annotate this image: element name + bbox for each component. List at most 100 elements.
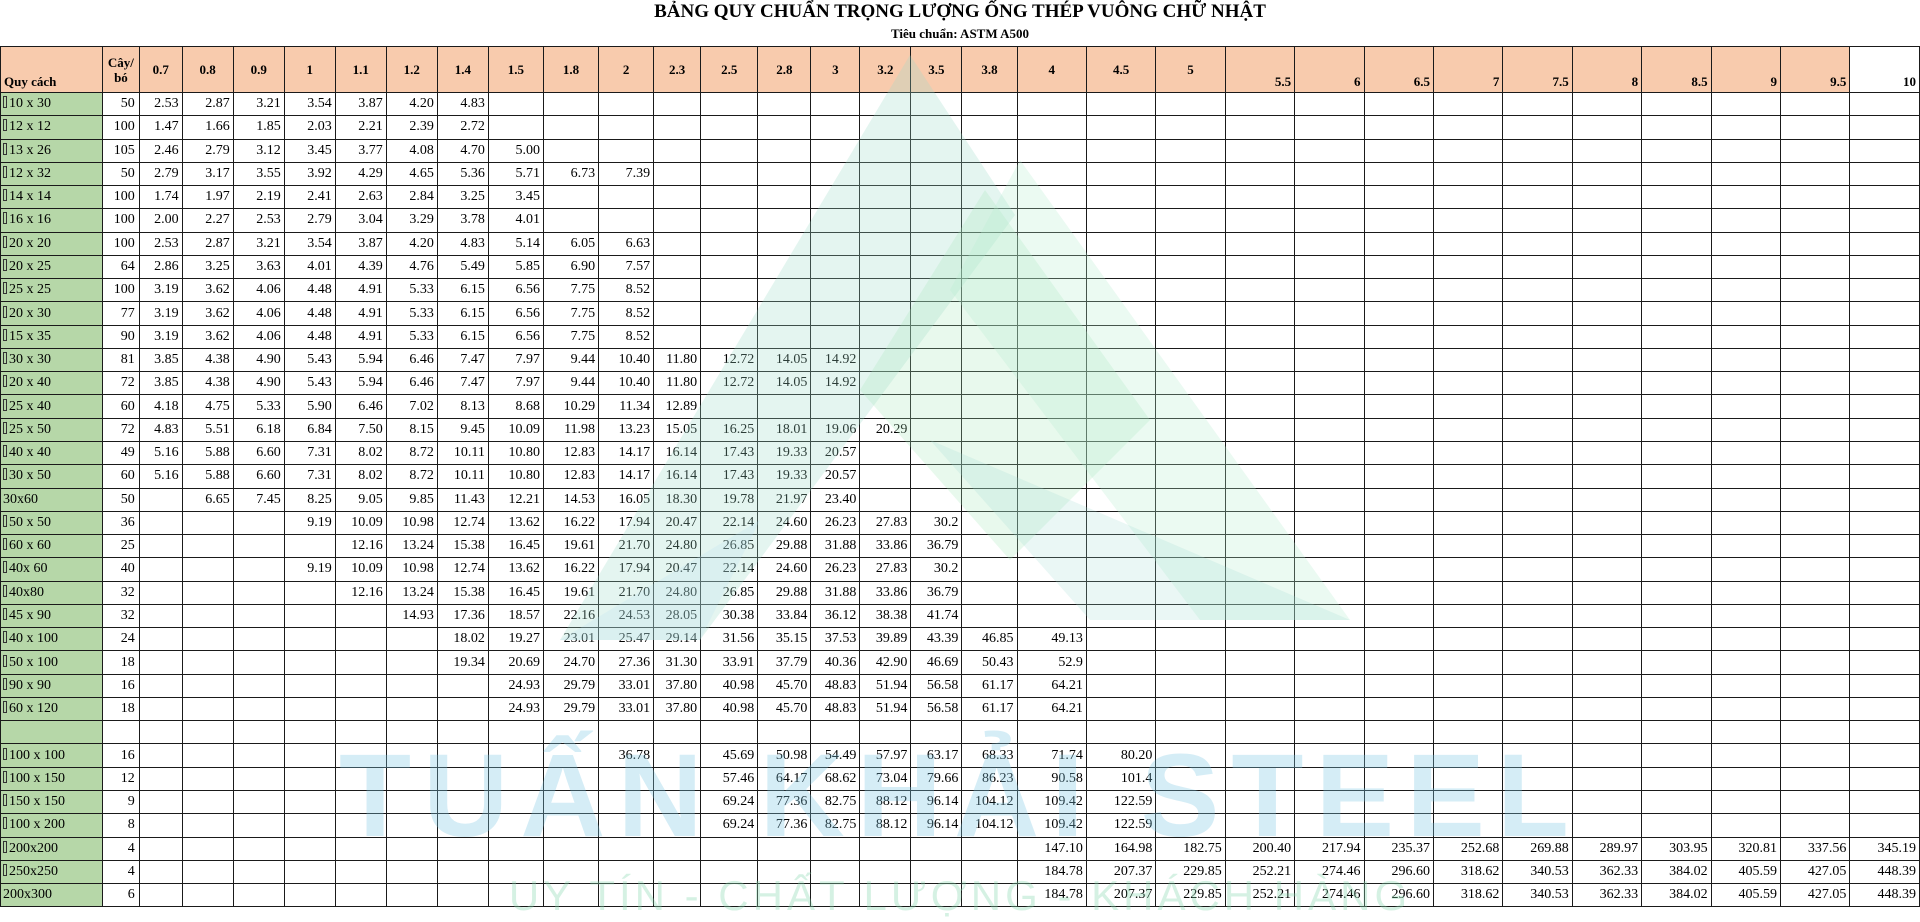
weight-cell: 5.33 [232, 394, 285, 419]
weight-cell [598, 813, 655, 838]
weight-cell [1432, 650, 1504, 675]
weight-cell [1849, 440, 1920, 466]
weight-cell [1432, 464, 1504, 489]
spec-label: 50 x 50 [9, 514, 51, 530]
weight-cell: 2.27 [181, 208, 234, 233]
weight-cell [1432, 91, 1504, 117]
weight-cell: 1.85 [232, 115, 285, 140]
weight-cell [1363, 185, 1434, 210]
header-thickness: 5 [1155, 46, 1226, 93]
weight-cell: 50.98 [757, 743, 812, 768]
weight-cell: 57.46 [700, 766, 759, 791]
weight-cell: 5.14 [487, 231, 544, 256]
weight-cell: 3.45 [283, 138, 336, 163]
weight-cell [385, 696, 438, 722]
weight-cell [1710, 534, 1781, 559]
weight-cell [1016, 185, 1087, 210]
weight-cell [653, 836, 702, 861]
weight-cell [910, 278, 963, 303]
weight-cell: 10.40 [598, 347, 655, 373]
weight-cell [910, 464, 963, 489]
box-icon [3, 189, 7, 202]
count-cell: 50 [102, 487, 140, 512]
weight-cell [910, 417, 963, 442]
weight-cell [1710, 557, 1781, 582]
weight-cell [1016, 720, 1087, 745]
weight-cell [961, 534, 1018, 559]
weight-cell: 5.51 [181, 417, 234, 442]
weight-cell: 17.94 [598, 510, 655, 536]
weight-cell: 4.08 [385, 138, 438, 163]
weight-cell: 24.93 [487, 673, 544, 698]
weight-cell [653, 115, 702, 140]
weight-cell [1779, 487, 1851, 512]
weight-cell [1085, 278, 1157, 303]
weight-cell: 2.79 [283, 208, 336, 233]
weight-cell: 19.61 [542, 580, 600, 605]
weight-cell [757, 254, 812, 280]
weight-cell [1502, 743, 1573, 768]
weight-cell [385, 836, 438, 861]
weight-cell [1779, 627, 1851, 652]
weight-cell: 4.83 [436, 231, 489, 256]
weight-cell [1224, 696, 1296, 722]
weight-cell [910, 185, 963, 210]
weight-cell [138, 720, 183, 745]
weight-cell: 337.56 [1779, 836, 1851, 861]
weight-cell: 8.02 [334, 440, 387, 466]
spec-cell: 12 x 12 [0, 115, 104, 140]
weight-cell [1502, 138, 1573, 163]
weight-cell [961, 231, 1018, 256]
weight-cell [1432, 394, 1504, 419]
weight-cell [138, 883, 183, 908]
weight-cell [1155, 534, 1226, 559]
weight-cell [859, 859, 912, 885]
weight-cell [1085, 115, 1157, 140]
weight-cell: 207.37 [1085, 883, 1157, 908]
spec-cell: 20 x 20 [0, 231, 104, 256]
weight-cell [542, 720, 600, 745]
weight-cell [910, 487, 963, 512]
weight-cell [1016, 324, 1087, 349]
table-row: 60 x 120 18 24.93 29.79 33.01 37.80 40.98 45.70… [0, 696, 1920, 722]
weight-cell: 7.57 [598, 254, 655, 280]
table-row: 50 x 50 36 9.19 10.09 10.98 12.74 13.62 16.22 17… [0, 510, 1920, 536]
weight-cell [1779, 231, 1851, 256]
weight-cell [1571, 254, 1643, 280]
count-cell: 25 [102, 534, 140, 559]
weight-cell [810, 138, 861, 163]
count-cell: 100 [102, 278, 140, 303]
weight-cell [283, 627, 336, 652]
weight-cell [1363, 720, 1434, 745]
weight-cell [1155, 417, 1226, 442]
weight-cell: 20.57 [810, 440, 861, 466]
weight-cell: 4.83 [138, 417, 183, 442]
weight-cell [1016, 161, 1087, 187]
weight-cell: 184.78 [1016, 883, 1087, 908]
weight-cell [1779, 301, 1851, 326]
weight-cell [542, 766, 600, 791]
weight-cell [1849, 324, 1920, 349]
weight-cell: 19.61 [542, 534, 600, 559]
weight-cell: 5.16 [138, 464, 183, 489]
weight-cell [598, 836, 655, 861]
weight-cell [1849, 231, 1920, 256]
table-row: 20 x 25 64 2.86 3.25 3.63 4.01 4.39 4.76 5.49 5.8… [0, 254, 1920, 280]
weight-cell: 7.47 [436, 371, 489, 396]
weight-cell [859, 720, 912, 745]
weight-cell [1363, 510, 1434, 536]
weight-cell [1641, 440, 1712, 466]
weight-cell [653, 720, 702, 745]
weight-cell [1363, 580, 1434, 605]
weight-cell: 10.11 [436, 464, 489, 489]
weight-cell [1710, 789, 1781, 815]
weight-cell: 37.53 [810, 627, 861, 652]
weight-cell [542, 208, 600, 233]
weight-cell [598, 766, 655, 791]
weight-cell: 68.33 [961, 743, 1018, 768]
weight-cell [1016, 394, 1087, 419]
weight-cell [1571, 743, 1643, 768]
weight-cell [1571, 138, 1643, 163]
table-row: 20 x 20 100 2.53 2.87 3.21 3.54 3.87 4.20 4.83 5.… [0, 231, 1920, 256]
header-thickness: 1.2 [385, 46, 438, 93]
